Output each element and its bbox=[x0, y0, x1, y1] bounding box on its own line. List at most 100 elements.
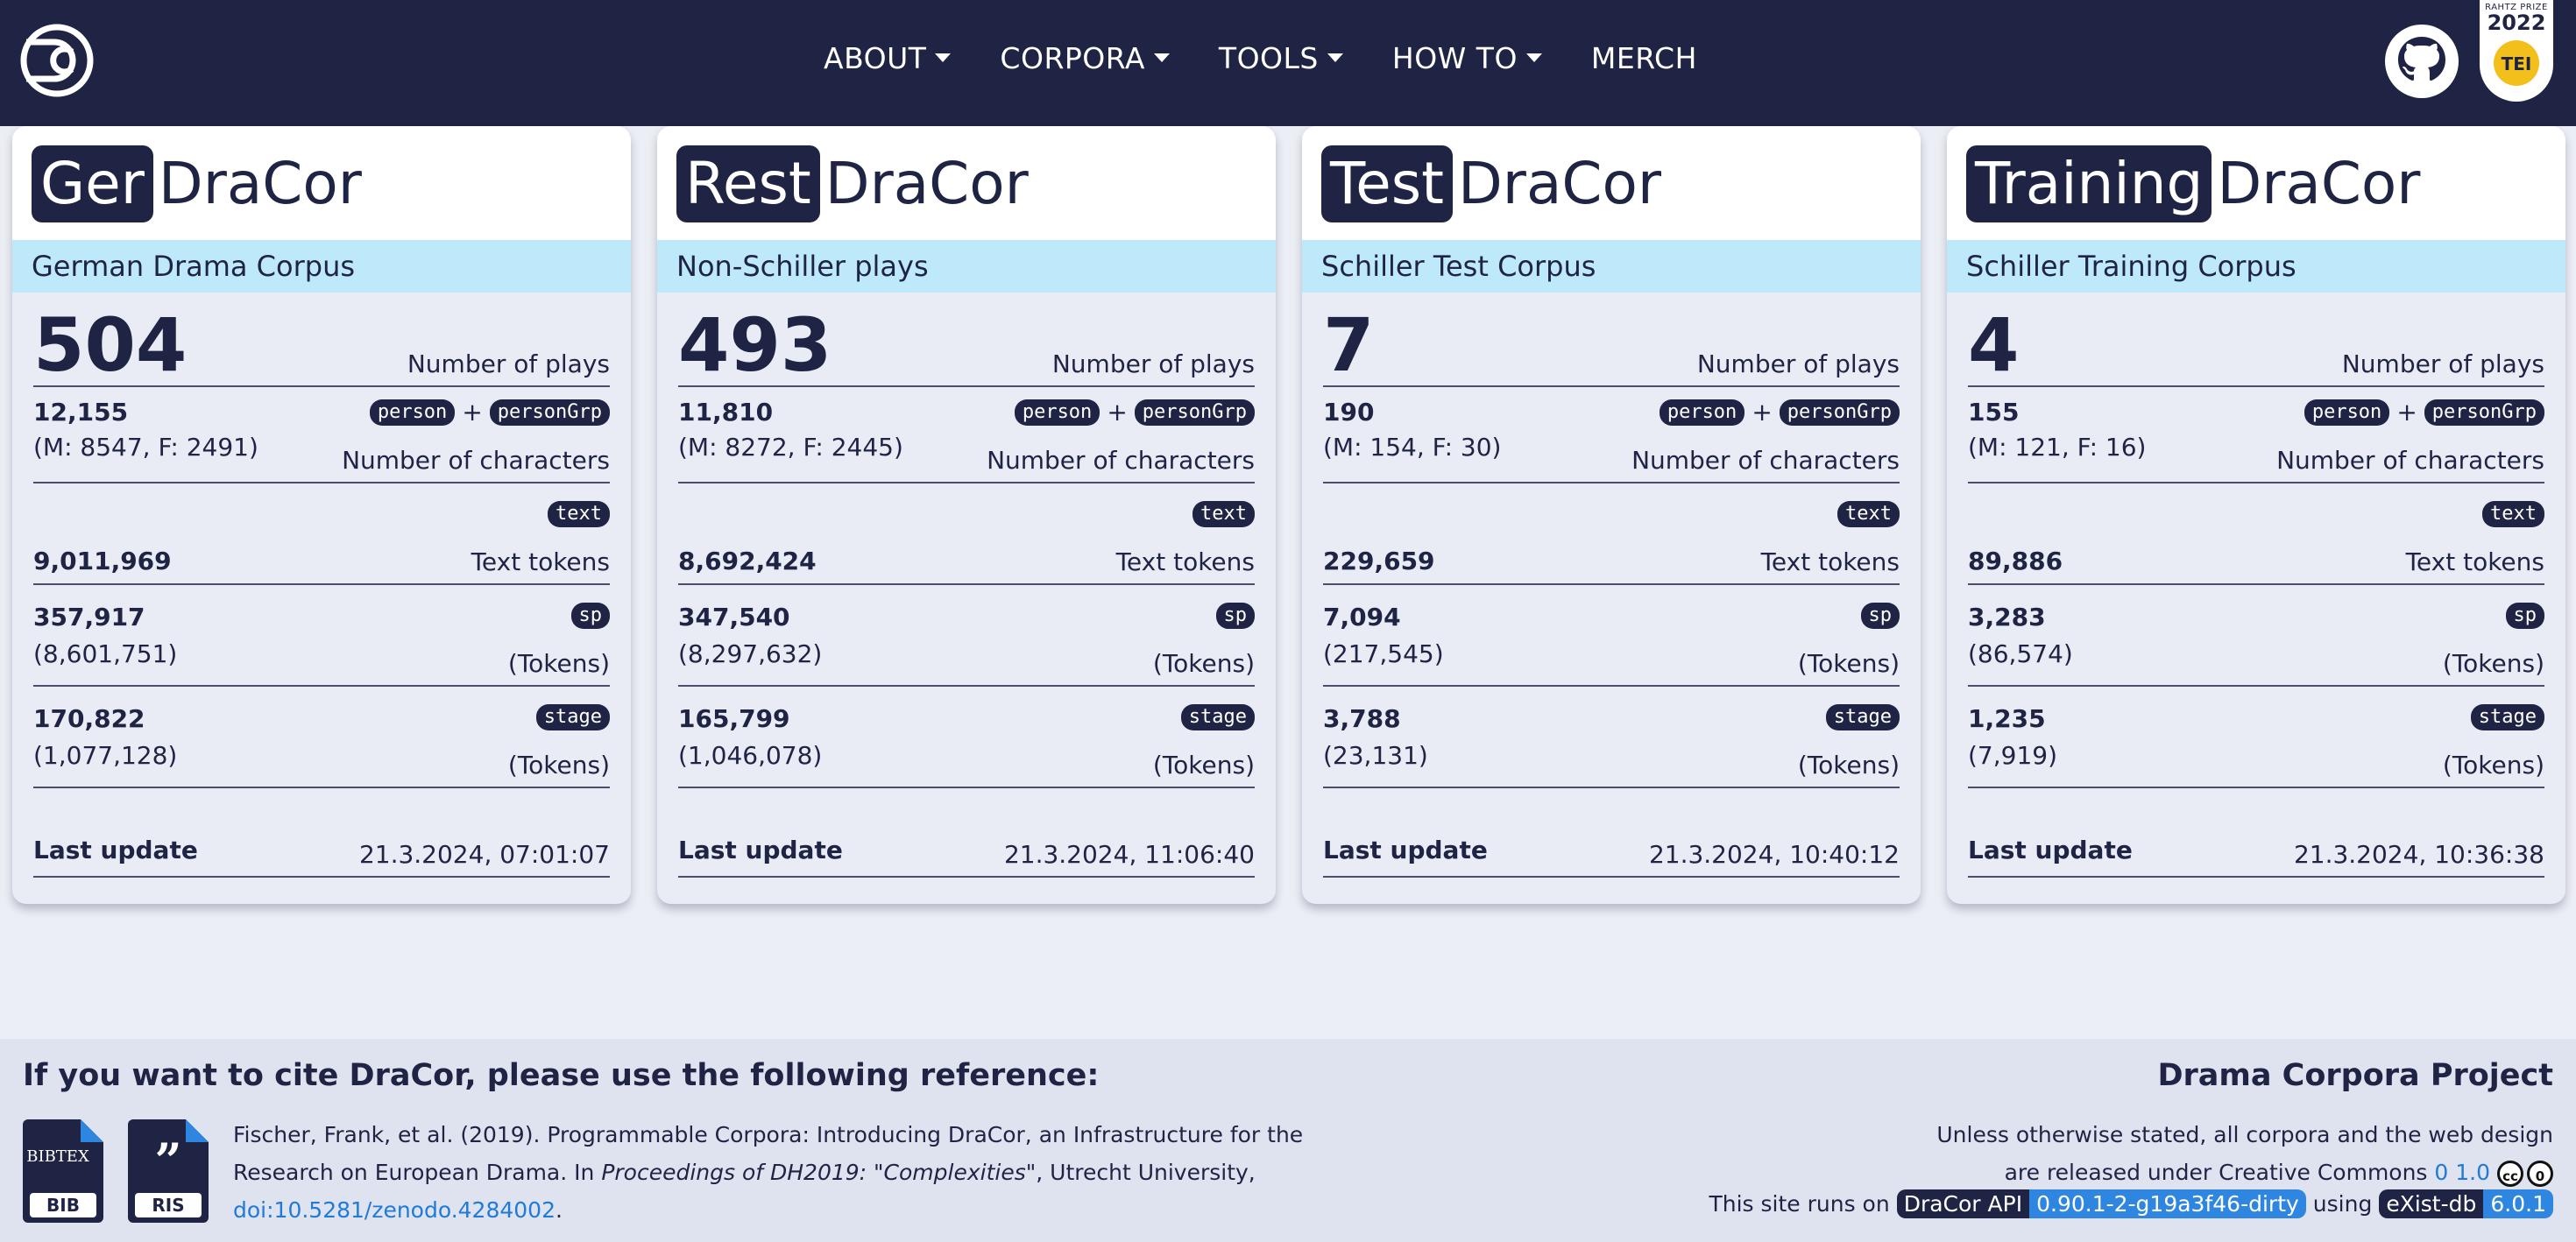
nav-corpora[interactable]: CORPORA bbox=[1000, 35, 1170, 81]
corpus-card[interactable]: Ger DraCor German Drama Corpus 504 Numbe… bbox=[12, 126, 631, 904]
api-label: DraCor API bbox=[1896, 1189, 2030, 1218]
text-pill-wrap: text bbox=[1837, 501, 1900, 527]
chevron-down-icon bbox=[1153, 53, 1170, 62]
license-line2-text: are released under Creative Commons bbox=[2004, 1160, 2435, 1185]
plays-count: 493 bbox=[678, 302, 832, 388]
top-navbar: ABOUT CORPORA TOOLS HOW TO MERCH RAHTZ P… bbox=[0, 0, 2576, 126]
characters-count: 155 bbox=[1968, 398, 2020, 427]
stage-pill-wrap: stage bbox=[1180, 704, 1255, 730]
github-icon[interactable] bbox=[2385, 25, 2459, 98]
sp-tokens-label: (Tokens) bbox=[507, 649, 610, 678]
runs-on-line: This site runs on DraCor API 0.90.1-2-g19… bbox=[1709, 1189, 2553, 1218]
last-update-value: 21.3.2024, 07:01:07 bbox=[358, 840, 610, 869]
plays-label: Number of plays bbox=[1051, 349, 1255, 378]
cc-icon: cc bbox=[2497, 1161, 2523, 1187]
license-line1: Unless otherwise stated, all corpora and… bbox=[1936, 1122, 2553, 1147]
pill-persongrp: personGrp bbox=[1134, 399, 1255, 426]
sp-tokens: (8,601,751) bbox=[33, 639, 178, 668]
characters-split: (M: 154, F: 30) bbox=[1323, 433, 1502, 462]
text-tokens-row: text 229,659 Text tokens bbox=[1323, 501, 1900, 585]
api-version-badge[interactable]: DraCor API 0.90.1-2-g19a3f46-dirty bbox=[1896, 1189, 2306, 1218]
tei-prize-badge[interactable]: RAHTZ PRIZE 2022 TEI bbox=[2480, 0, 2553, 102]
chevron-down-icon bbox=[1327, 53, 1343, 62]
corpus-prefix: Ger bbox=[32, 145, 153, 222]
last-update-row: Last update 21.3.2024, 10:40:12 bbox=[1323, 830, 1900, 878]
nav-how-to[interactable]: HOW TO bbox=[1392, 35, 1542, 81]
sp-tokens: (217,545) bbox=[1323, 639, 1444, 668]
plays-row: 504 Number of plays bbox=[33, 305, 610, 387]
license-link[interactable]: 0 1.0 bbox=[2434, 1160, 2490, 1185]
last-update-value: 21.3.2024, 11:06:40 bbox=[1003, 840, 1255, 869]
stage-tokens-label: (Tokens) bbox=[1152, 751, 1255, 780]
characters-pills: person + personGrp bbox=[1014, 398, 1255, 427]
dracor-logo-icon[interactable] bbox=[19, 23, 95, 98]
stage-row: 3,788 (23,131) stage (Tokens) bbox=[1323, 704, 1900, 788]
characters-row: 11,810 (M: 8272, F: 2445) person + perso… bbox=[678, 398, 1255, 483]
pill-plus: + bbox=[462, 398, 483, 427]
license-text: Unless otherwise stated, all corpora and… bbox=[1936, 1116, 2553, 1191]
text-tokens-count: 8,692,424 bbox=[678, 547, 817, 575]
characters-count: 12,155 bbox=[33, 398, 129, 427]
nav-tools[interactable]: TOOLS bbox=[1219, 35, 1343, 81]
plays-count: 4 bbox=[1968, 302, 2020, 388]
corpus-prefix: Test bbox=[1321, 145, 1453, 222]
corpus-title[interactable]: Training DraCor bbox=[1966, 145, 2420, 222]
last-update-value: 21.3.2024, 10:36:38 bbox=[2293, 840, 2544, 869]
last-update-label: Last update bbox=[33, 836, 198, 864]
corpus-title[interactable]: Rest DraCor bbox=[676, 145, 1029, 222]
characters-pills: person + personGrp bbox=[2304, 398, 2544, 427]
ris-file-icon: ” RIS bbox=[128, 1119, 209, 1223]
text-tokens-label: Text tokens bbox=[1115, 547, 1255, 576]
characters-label: Number of characters bbox=[342, 446, 610, 475]
db-version-badge[interactable]: eXist-db 6.0.1 bbox=[2379, 1189, 2553, 1218]
bibtex-download[interactable]: BIBTEX BIB bbox=[23, 1119, 103, 1223]
corpus-suffix: DraCor bbox=[824, 150, 1029, 217]
footer: If you want to cite DraCor, please use t… bbox=[0, 1039, 2576, 1242]
text-pill-wrap: text bbox=[1192, 501, 1255, 527]
pill-sp: sp bbox=[1860, 603, 1900, 629]
characters-split: (M: 8547, F: 2491) bbox=[33, 433, 258, 462]
last-update-value: 21.3.2024, 10:40:12 bbox=[1648, 840, 1900, 869]
ris-download[interactable]: ” RIS bbox=[128, 1119, 209, 1223]
characters-count: 11,810 bbox=[678, 398, 774, 427]
stage-tokens: (1,046,078) bbox=[678, 741, 823, 770]
characters-label: Number of characters bbox=[1631, 446, 1900, 475]
sp-count: 347,540 bbox=[678, 603, 790, 632]
text-tokens-label: Text tokens bbox=[2405, 547, 2544, 576]
sp-count: 3,283 bbox=[1968, 603, 2046, 632]
pill-stage: stage bbox=[1180, 704, 1255, 730]
pill-person: person bbox=[369, 399, 456, 426]
corpus-subtitle: Schiller Test Corpus bbox=[1302, 240, 1921, 293]
pill-person: person bbox=[1014, 399, 1100, 426]
corpus-card[interactable]: Test DraCor Schiller Test Corpus 7 Numbe… bbox=[1302, 126, 1921, 904]
pill-stage: stage bbox=[535, 704, 610, 730]
card-header: Test DraCor bbox=[1302, 126, 1921, 240]
pill-persongrp: personGrp bbox=[2424, 399, 2544, 426]
last-update-label: Last update bbox=[1323, 836, 1488, 864]
bibtex-logo-text: BIBTEX bbox=[26, 1147, 89, 1166]
pill-plus: + bbox=[1107, 398, 1128, 427]
pill-plus: + bbox=[1752, 398, 1773, 427]
sp-tokens: (8,297,632) bbox=[678, 639, 823, 668]
nav-about[interactable]: ABOUT bbox=[824, 35, 952, 81]
corpus-title[interactable]: Ger DraCor bbox=[32, 145, 362, 222]
stage-pill-wrap: stage bbox=[2470, 704, 2544, 730]
sp-row: 347,540 (8,297,632) sp (Tokens) bbox=[678, 603, 1255, 687]
nav-merch[interactable]: MERCH bbox=[1591, 35, 1697, 81]
sp-row: 3,283 (86,574) sp (Tokens) bbox=[1968, 603, 2544, 687]
citation-doi-link[interactable]: doi:10.5281/zenodo.4284002 bbox=[233, 1197, 556, 1223]
stage-pill-wrap: stage bbox=[1825, 704, 1900, 730]
text-pill-wrap: text bbox=[2482, 501, 2544, 527]
plays-count: 504 bbox=[33, 302, 188, 388]
corpus-card[interactable]: Training DraCor Schiller Training Corpus… bbox=[1947, 126, 2565, 904]
project-name: Drama Corpora Project bbox=[2157, 1058, 2553, 1093]
plays-label: Number of plays bbox=[2341, 349, 2544, 378]
stage-pill-wrap: stage bbox=[535, 704, 610, 730]
text-tokens-count: 9,011,969 bbox=[33, 547, 172, 575]
pill-text: text bbox=[1837, 501, 1900, 527]
card-header: Ger DraCor bbox=[12, 126, 631, 240]
badge-year: 2022 bbox=[2487, 11, 2546, 35]
corpus-card[interactable]: Rest DraCor Non-Schiller plays 493 Numbe… bbox=[657, 126, 1276, 904]
corpus-title[interactable]: Test DraCor bbox=[1321, 145, 1661, 222]
pill-text: text bbox=[1192, 501, 1255, 527]
